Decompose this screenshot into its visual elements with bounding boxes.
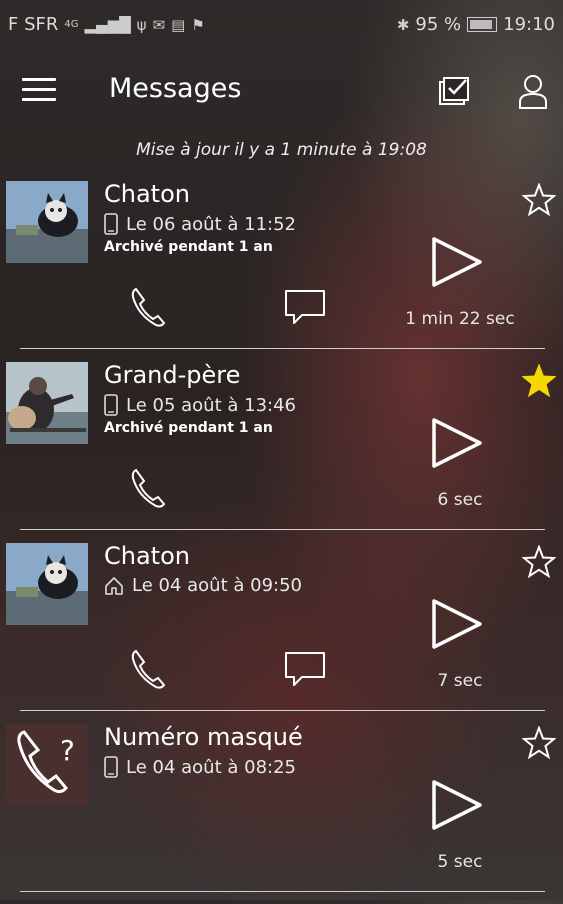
svg-text:?: ?	[60, 734, 75, 767]
signal-icon: ▂▄▆█	[84, 15, 131, 34]
status-bar: F SFR 4G ▂▄▆█ ψ ✉ ▤ ⚑ ✱ 95 % 19:10	[0, 0, 563, 50]
network-label: 4G	[64, 19, 79, 30]
play-button[interactable]	[428, 233, 486, 291]
item-divider	[20, 710, 545, 711]
home-icon	[105, 576, 123, 595]
contact-avatar: ?	[6, 724, 88, 806]
phone-icon	[104, 213, 118, 235]
contact-name: Grand-père	[104, 361, 241, 389]
contact-name: Chaton	[104, 180, 190, 208]
menu-icon[interactable]	[22, 78, 56, 106]
play-button[interactable]	[428, 776, 486, 834]
item-divider	[20, 529, 545, 530]
unknown-caller-icon: ?	[6, 724, 88, 806]
battery-icon	[467, 17, 498, 32]
contact-name: Numéro masqué	[104, 723, 303, 751]
contact-name: Chaton	[104, 542, 190, 570]
carrier-label: F SFR	[8, 14, 59, 35]
message-duration: 5 sec	[437, 852, 483, 872]
message-item[interactable]: Grand-père Le 05 août à 13:46 Archivé pe…	[0, 361, 563, 542]
contact-avatar	[6, 543, 88, 625]
message-date: Le 04 août à 08:25	[104, 756, 296, 778]
profile-icon[interactable]	[516, 72, 550, 110]
mail-icon: ✉	[152, 15, 166, 34]
call-back-icon[interactable]	[126, 285, 170, 329]
flag-icon: ⚑	[191, 15, 205, 34]
message-item[interactable]: ? Numéro masqué Le 04 août à 08:25 5 sec	[0, 723, 563, 904]
message-duration: 1 min 22 sec	[405, 309, 515, 329]
star-icon[interactable]	[522, 183, 556, 217]
date-text: Le 05 août à 13:46	[126, 394, 296, 416]
phone-icon	[104, 756, 118, 778]
status-right: ✱ 95 % 19:10	[397, 14, 555, 35]
select-messages-icon[interactable]	[436, 72, 474, 110]
message-item[interactable]: Chaton Le 06 août à 11:52 Archivé pendan…	[0, 180, 563, 361]
archived-label: Archivé pendant 1 an	[104, 239, 273, 255]
date-text: Le 04 août à 09:50	[132, 575, 302, 596]
star-icon[interactable]	[522, 726, 556, 760]
clock: 19:10	[503, 14, 555, 35]
message-duration: 7 sec	[437, 671, 483, 691]
message-date: Le 06 août à 11:52	[104, 213, 296, 235]
battery-percent: 95 %	[415, 14, 462, 35]
notification-icon: ▤	[171, 15, 186, 34]
star-icon-active[interactable]	[522, 364, 556, 398]
item-divider	[20, 891, 545, 892]
app-bar: Messages	[0, 60, 563, 124]
item-divider	[20, 348, 545, 349]
page-title: Messages	[109, 73, 242, 104]
date-text: Le 04 août à 08:25	[126, 756, 296, 778]
message-item[interactable]: Chaton Le 04 août à 09:50 7 sec	[0, 542, 563, 723]
contact-avatar	[6, 181, 88, 263]
phone-icon	[104, 394, 118, 416]
date-text: Le 06 août à 11:52	[126, 213, 296, 235]
message-date: Le 05 août à 13:46	[104, 394, 296, 416]
sms-reply-icon[interactable]	[282, 649, 328, 689]
contact-avatar	[6, 362, 88, 444]
play-button[interactable]	[428, 414, 486, 472]
sms-reply-icon[interactable]	[282, 287, 328, 327]
archived-label: Archivé pendant 1 an	[104, 420, 273, 436]
bluetooth-icon: ✱	[396, 15, 410, 34]
play-button[interactable]	[428, 595, 486, 653]
call-back-icon[interactable]	[126, 647, 170, 691]
status-left: F SFR 4G ▂▄▆█ ψ ✉ ▤ ⚑	[8, 14, 205, 35]
usb-icon: ψ	[136, 15, 147, 34]
star-icon[interactable]	[522, 545, 556, 579]
message-date: Le 04 août à 09:50	[104, 575, 302, 596]
message-duration: 6 sec	[437, 490, 483, 510]
call-back-icon[interactable]	[126, 466, 170, 510]
last-update-text: Mise à jour il y a 1 minute à 19:08	[136, 140, 427, 160]
